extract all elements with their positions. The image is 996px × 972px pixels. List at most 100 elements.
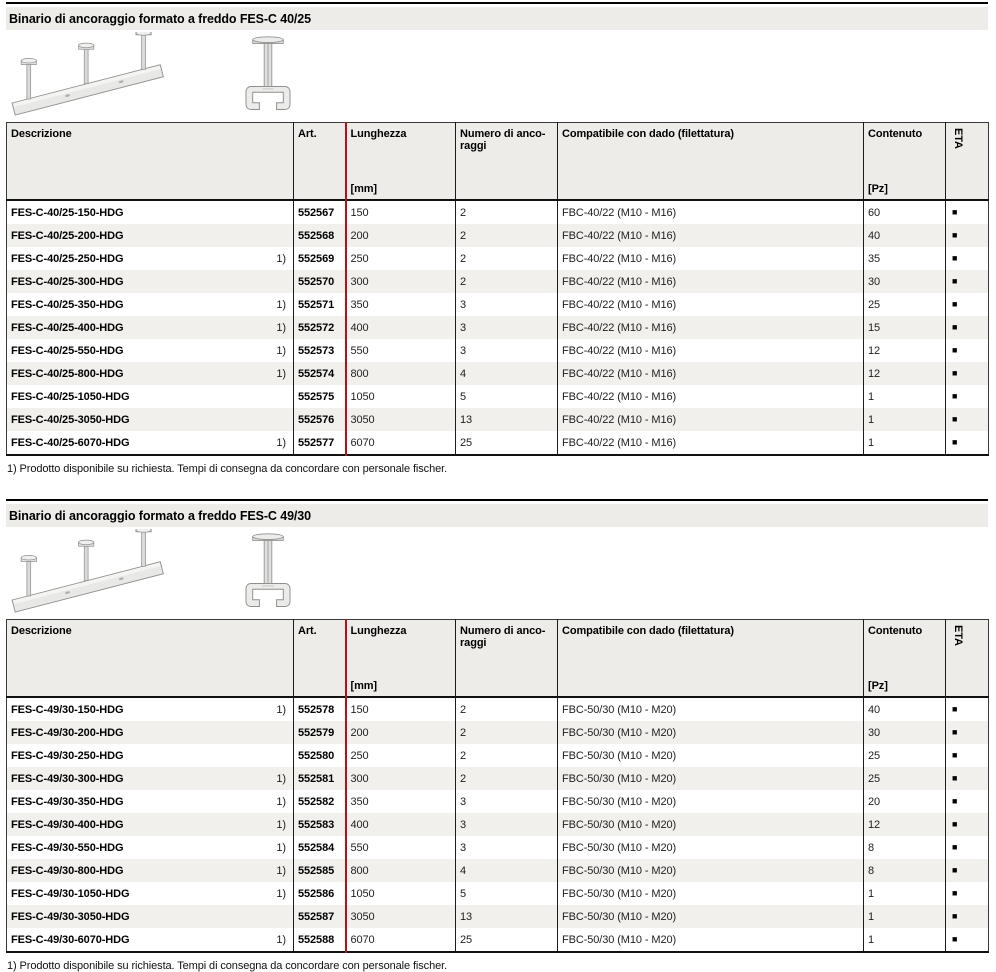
eta-square-icon: ■ [950,345,957,355]
cell-numero: 2 [456,721,558,744]
column-header-eta: ETA [946,123,989,201]
footnote-marker: 1) [276,704,293,716]
cell-lunghezza: 550 [346,836,456,859]
cell-descrizione: FES-C-49/30-1050-HDG1) [7,882,293,905]
product-code: FES-C-40/25-400-HDG [11,322,123,334]
cell-lunghezza: 150 [346,697,456,721]
cell-eta: ■ [946,431,989,455]
eta-square-icon: ■ [950,727,957,737]
cell-compatibile: FBC-40/22 (M10 - M16) [558,270,864,293]
table-row: FES-C-40/25-250-HDG1)5525692502FBC-40/22… [7,247,989,270]
cell-descrizione: FES-C-40/25-150-HDG [7,201,293,224]
cell-art: 552575 [294,385,346,408]
cell-eta: ■ [946,293,989,316]
cell-numero: 13 [456,408,558,431]
cell-lunghezza: 800 [346,362,456,385]
cell-numero: 2 [456,697,558,721]
cell-descrizione: FES-C-49/30-400-HDG1) [7,813,293,836]
cell-descrizione: FES-C-49/30-300-HDG1) [7,767,293,790]
cell-eta: ■ [946,767,989,790]
column-header-eta: ETA [946,620,989,698]
section-title: Binario di ancoraggio formato a freddo F… [9,509,311,523]
product-code: FES-C-40/25-3050-HDG [11,414,129,426]
cell-art: 552570 [294,270,346,293]
product-code: FES-C-49/30-6070-HDG [11,934,129,946]
cell-contenuto: 1 [864,431,946,455]
cell-art: 552574 [294,362,346,385]
cell-compatibile: FBC-40/22 (M10 - M16) [558,385,864,408]
cell-compatibile: FBC-50/30 (M10 - M20) [558,790,864,813]
column-header-compatibile: Compatibile con dado (filettatura) [558,123,864,201]
cell-descrizione: FES-C-40/25-350-HDG1) [7,293,293,316]
cell-compatibile: FBC-50/30 (M10 - M20) [558,767,864,790]
table-row: FES-C-40/25-400-HDG1)5525724003FBC-40/22… [7,316,989,339]
table-row: FES-C-40/25-300-HDG5525703002FBC-40/22 (… [7,270,989,293]
table-row: FES-C-49/30-400-HDG1)5525834003FBC-50/30… [7,813,989,836]
cell-art: 552588 [294,928,346,952]
product-code: FES-C-40/25-350-HDG [11,299,123,311]
cell-eta: ■ [946,882,989,905]
product-code: FES-C-49/30-800-HDG [11,865,123,877]
rail-cross-section-image [238,32,298,120]
eta-square-icon: ■ [950,230,957,240]
section-fes-c-49-30: Binario di ancoraggio formato a freddo F… [6,499,988,972]
cell-lunghezza: 3050 [346,905,456,928]
cell-contenuto: 30 [864,270,946,293]
column-header-art: Art. [294,620,346,698]
cell-compatibile: FBC-50/30 (M10 - M20) [558,905,864,928]
table-row: FES-C-49/30-550-HDG1)5525845503FBC-50/30… [7,836,989,859]
cell-numero: 2 [456,744,558,767]
cell-contenuto: 1 [864,928,946,952]
eta-square-icon: ■ [950,796,957,806]
cell-descrizione: FES-C-40/25-6070-HDG1) [7,431,293,454]
eta-square-icon: ■ [950,299,957,309]
cell-art: 552569 [294,247,346,270]
cell-compatibile: FBC-40/22 (M10 - M16) [558,224,864,247]
column-header-lunghezza: Lunghezza[mm] [346,620,456,698]
table-row: FES-C-49/30-150-HDG1)5525781502FBC-50/30… [7,697,989,721]
column-header-art: Art. [294,123,346,201]
eta-square-icon: ■ [950,842,957,852]
table-row: FES-C-49/30-1050-HDG1)55258610505FBC-50/… [7,882,989,905]
product-code: FES-C-40/25-550-HDG [11,345,123,357]
cell-eta: ■ [946,790,989,813]
table-row: FES-C-49/30-3050-HDG552587305013FBC-50/3… [7,905,989,928]
cell-numero: 4 [456,362,558,385]
cell-contenuto: 20 [864,790,946,813]
cell-descrizione: FES-C-49/30-150-HDG1) [7,698,293,721]
cell-lunghezza: 3050 [346,408,456,431]
cell-art: 552581 [294,767,346,790]
eta-square-icon: ■ [950,911,957,921]
cell-compatibile: FBC-50/30 (M10 - M20) [558,744,864,767]
cell-contenuto: 12 [864,813,946,836]
product-code: FES-C-40/25-800-HDG [11,368,123,380]
table-row: FES-C-49/30-6070-HDG1)552588607025FBC-50… [7,928,989,952]
cell-eta: ■ [946,859,989,882]
table-row: FES-C-49/30-800-HDG1)5525858004FBC-50/30… [7,859,989,882]
cell-lunghezza: 6070 [346,431,456,455]
cell-compatibile: FBC-40/22 (M10 - M16) [558,362,864,385]
cell-lunghezza: 1050 [346,385,456,408]
cell-numero: 5 [456,385,558,408]
eta-square-icon: ■ [950,207,957,217]
cell-eta: ■ [946,836,989,859]
eta-square-icon: ■ [950,819,957,829]
product-images [6,527,988,619]
cell-numero: 3 [456,316,558,339]
product-code: FES-C-49/30-200-HDG [11,727,123,739]
section-title-bar: Binario di ancoraggio formato a freddo F… [6,7,988,30]
cell-numero: 25 [456,928,558,952]
cell-descrizione: FES-C-40/25-550-HDG1) [7,339,293,362]
footnote: 1) Prodotto disponibile su richiesta. Te… [7,960,988,972]
cell-descrizione: FES-C-40/25-400-HDG1) [7,316,293,339]
cell-lunghezza: 250 [346,744,456,767]
cell-lunghezza: 200 [346,721,456,744]
cell-descrizione: FES-C-49/30-3050-HDG [7,905,293,928]
cell-eta: ■ [946,408,989,431]
cell-art: 552573 [294,339,346,362]
cell-art: 552571 [294,293,346,316]
cell-contenuto: 12 [864,362,946,385]
eta-square-icon: ■ [950,865,957,875]
cell-compatibile: FBC-50/30 (M10 - M20) [558,836,864,859]
cell-eta: ■ [946,928,989,952]
